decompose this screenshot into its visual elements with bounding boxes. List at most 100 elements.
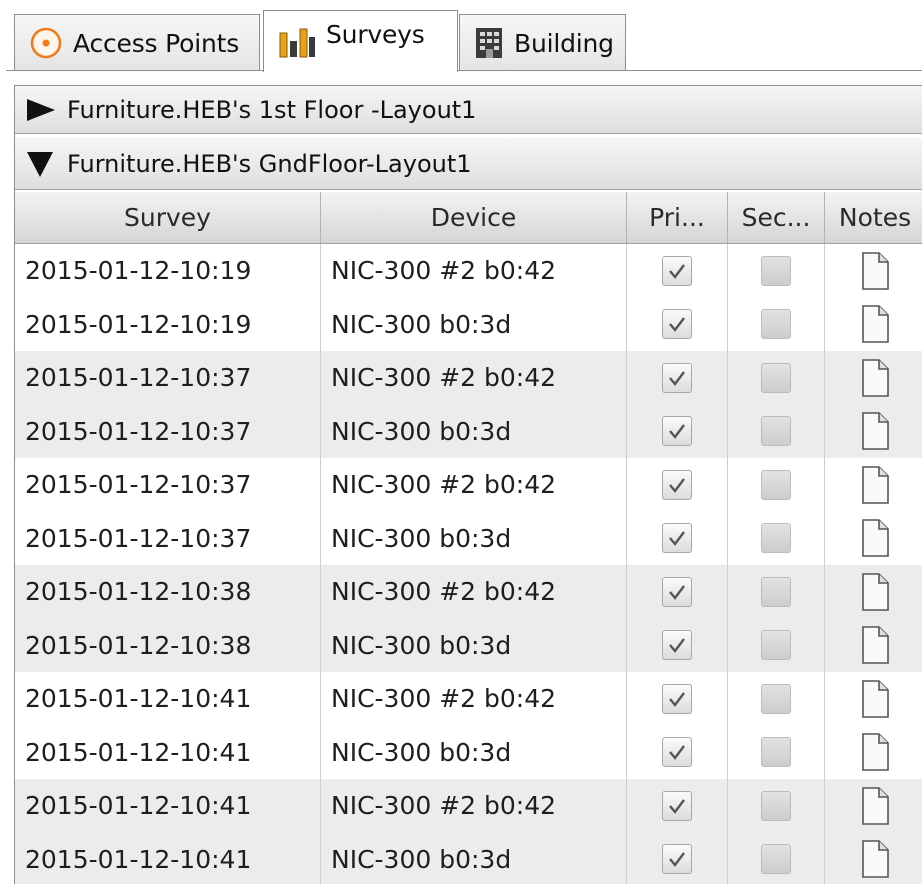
secondary-cell (728, 725, 825, 779)
primary-cell (627, 458, 728, 512)
tab-access-points[interactable]: Access Points (14, 14, 260, 71)
tab-surveys[interactable]: Surveys (263, 10, 458, 72)
primary-checkbox[interactable] (662, 309, 692, 340)
access-point-icon (29, 26, 63, 60)
primary-cell (627, 511, 728, 565)
secondary-checkbox[interactable] (761, 844, 791, 875)
device-cell: NIC-300 b0:3d (321, 297, 627, 351)
primary-checkbox[interactable] (662, 737, 692, 768)
note-document-icon[interactable] (860, 679, 890, 719)
primary-checkbox[interactable] (662, 255, 692, 286)
survey-cell: 2015-01-12-10:41 (15, 725, 321, 779)
primary-checkbox[interactable] (662, 469, 692, 500)
note-document-icon[interactable] (860, 572, 890, 612)
primary-checkbox[interactable] (662, 790, 692, 821)
survey-cell: 2015-01-12-10:37 (15, 404, 321, 458)
notes-cell (825, 833, 922, 884)
table-row[interactable]: 2015-01-12-10:37 NIC-300 b0:3d (15, 404, 922, 459)
secondary-cell (728, 458, 825, 512)
group-header-first-floor[interactable]: Furniture.HEB's 1st Floor -Layout1 (15, 86, 922, 134)
table-row[interactable]: 2015-01-12-10:37 NIC-300 b0:3d (15, 511, 922, 566)
note-document-icon[interactable] (860, 732, 890, 772)
device-cell: NIC-300 #2 b0:42 (321, 672, 627, 726)
table-row[interactable]: 2015-01-12-10:41 NIC-300 b0:3d (15, 725, 922, 779)
table-row[interactable]: 2015-01-12-10:41 NIC-300 b0:3d (15, 832, 922, 884)
secondary-cell (728, 779, 825, 833)
secondary-cell (728, 297, 825, 351)
tab-label: Surveys (326, 20, 425, 49)
primary-cell (627, 672, 728, 726)
primary-checkbox[interactable] (662, 630, 692, 661)
notes-cell (825, 244, 922, 298)
column-header-secondary[interactable]: Sec... (728, 192, 825, 243)
group-label: Furniture.HEB's 1st Floor -Layout1 (67, 95, 477, 124)
primary-checkbox[interactable] (662, 683, 692, 714)
secondary-checkbox[interactable] (761, 309, 791, 340)
primary-checkbox[interactable] (662, 362, 692, 393)
notes-cell (825, 512, 922, 566)
note-document-icon[interactable] (860, 411, 890, 451)
secondary-cell (728, 672, 825, 726)
survey-cell: 2015-01-12-10:19 (15, 244, 321, 298)
notes-cell (825, 298, 922, 352)
table-row[interactable]: 2015-01-12-10:38 NIC-300 b0:3d (15, 618, 922, 673)
secondary-cell (728, 244, 825, 298)
note-document-icon[interactable] (860, 358, 890, 398)
tab-strip: Access Points Surveys Building (0, 0, 922, 72)
column-header-survey[interactable]: Survey (15, 192, 321, 243)
device-cell: NIC-300 #2 b0:42 (321, 565, 627, 619)
secondary-checkbox[interactable] (761, 416, 791, 447)
surveys-panel: Access Points Surveys Building Furniture… (0, 0, 922, 884)
primary-cell (627, 832, 728, 884)
table-row[interactable]: 2015-01-12-10:37 NIC-300 #2 b0:42 (15, 351, 922, 405)
column-header-primary[interactable]: Pri... (627, 192, 728, 243)
secondary-checkbox[interactable] (761, 576, 791, 607)
note-document-icon[interactable] (860, 839, 890, 879)
device-cell: NIC-300 b0:3d (321, 725, 627, 779)
secondary-checkbox[interactable] (761, 683, 791, 714)
note-document-icon[interactable] (860, 625, 890, 665)
note-document-icon[interactable] (860, 786, 890, 826)
secondary-checkbox[interactable] (761, 255, 791, 286)
survey-cell: 2015-01-12-10:37 (15, 351, 321, 405)
column-header-device[interactable]: Device (321, 192, 627, 243)
secondary-checkbox[interactable] (761, 523, 791, 554)
tab-label: Access Points (73, 28, 240, 58)
survey-cell: 2015-01-12-10:37 (15, 511, 321, 565)
primary-checkbox[interactable] (662, 844, 692, 875)
note-document-icon[interactable] (860, 304, 890, 344)
note-document-icon[interactable] (860, 465, 890, 505)
secondary-checkbox[interactable] (761, 630, 791, 661)
tab-building[interactable]: Building (459, 14, 626, 71)
notes-cell (825, 619, 922, 673)
expanded-triangle-icon[interactable] (23, 149, 57, 179)
primary-cell (627, 779, 728, 833)
primary-checkbox[interactable] (662, 416, 692, 447)
secondary-checkbox[interactable] (761, 362, 791, 393)
primary-checkbox[interactable] (662, 523, 692, 554)
note-document-icon[interactable] (860, 251, 890, 291)
table-row[interactable]: 2015-01-12-10:41 NIC-300 #2 b0:42 (15, 779, 922, 833)
table-row[interactable]: 2015-01-12-10:19 NIC-300 #2 b0:42 (15, 244, 922, 298)
group-header-ground-floor[interactable]: Furniture.HEB's GndFloor-Layout1 (15, 138, 922, 190)
column-header-notes[interactable]: Notes (825, 192, 922, 243)
secondary-checkbox[interactable] (761, 737, 791, 768)
survey-cell: 2015-01-12-10:41 (15, 779, 321, 833)
notes-cell (825, 565, 922, 619)
device-cell: NIC-300 #2 b0:42 (321, 351, 627, 405)
table-row[interactable]: 2015-01-12-10:19 NIC-300 b0:3d (15, 297, 922, 352)
notes-cell (825, 405, 922, 459)
table-row[interactable]: 2015-01-12-10:41 NIC-300 #2 b0:42 (15, 672, 922, 726)
device-cell: NIC-300 #2 b0:42 (321, 779, 627, 833)
secondary-checkbox[interactable] (761, 790, 791, 821)
note-document-icon[interactable] (860, 518, 890, 558)
notes-cell (825, 351, 922, 405)
notes-cell (825, 672, 922, 726)
primary-checkbox[interactable] (662, 576, 692, 607)
primary-cell (627, 618, 728, 672)
collapsed-triangle-icon[interactable] (23, 97, 57, 123)
secondary-checkbox[interactable] (761, 469, 791, 500)
table-row[interactable]: 2015-01-12-10:38 NIC-300 #2 b0:42 (15, 565, 922, 619)
table-row[interactable]: 2015-01-12-10:37 NIC-300 #2 b0:42 (15, 458, 922, 512)
group-label: Furniture.HEB's GndFloor-Layout1 (67, 149, 472, 178)
